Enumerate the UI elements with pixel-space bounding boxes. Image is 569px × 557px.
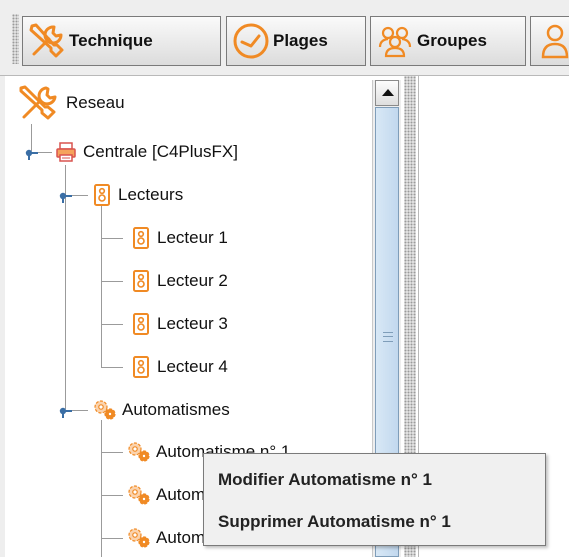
tree-line <box>101 203 102 367</box>
modify-automatisme-menu-item[interactable]: Modifier Automatisme n° 1 <box>218 463 432 497</box>
tree-node-lecteur[interactable]: Lecteur 3 <box>131 309 228 339</box>
tree-node-reseau[interactable]: Reseau <box>18 85 125 120</box>
gears-icon <box>126 483 152 507</box>
gears-icon <box>126 526 152 550</box>
tree-line <box>101 367 123 368</box>
reader-icon <box>131 356 151 378</box>
tree-node-label: Lecteur 3 <box>157 314 228 333</box>
tree-expand-handle[interactable] <box>58 403 72 418</box>
plages-button-label: Plages <box>273 31 328 50</box>
user-icon <box>535 21 569 61</box>
tree-line <box>101 324 123 325</box>
groupes-button[interactable]: Groupes <box>370 16 526 66</box>
plages-button[interactable]: Plages <box>226 16 366 66</box>
tree-node-label: Lecteurs <box>118 185 184 204</box>
technique-button[interactable]: Technique <box>22 16 221 66</box>
tree-node-lecteur[interactable]: Lecteur 2 <box>131 266 228 296</box>
reader-icon <box>131 313 151 335</box>
tree-node-label: Centrale [C4PlusFX] <box>83 142 238 161</box>
tree-node-automatismes[interactable]: Automatismes <box>92 395 230 425</box>
tree-line <box>101 281 123 282</box>
tree-node-centrale[interactable]: Centrale [C4PlusFX] <box>55 137 238 167</box>
tree-node-lecteurs[interactable]: Lecteurs <box>92 180 183 210</box>
delete-automatisme-menu-item[interactable]: Supprimer Automatisme n° 1 <box>218 505 451 539</box>
tree-node-lecteur[interactable]: Lecteur 4 <box>131 352 228 382</box>
groupes-button-label: Groupes <box>417 31 487 50</box>
tree-node-lecteur[interactable]: Lecteur 1 <box>131 223 228 253</box>
tree-node-label: Reseau <box>66 93 125 112</box>
gears-icon <box>126 440 152 464</box>
reader-icon <box>131 227 151 249</box>
clock-icon <box>231 21 271 61</box>
tree-expand-handle[interactable] <box>24 145 38 160</box>
reader-icon <box>131 270 151 292</box>
scroll-up-button[interactable] <box>375 80 399 106</box>
panel-border <box>0 76 5 557</box>
toolbar: Technique Plages Groupes <box>0 0 569 76</box>
tree-line <box>101 238 123 239</box>
reader-icon <box>92 184 112 206</box>
tree-line <box>38 152 52 153</box>
context-menu: Modifier Automatisme n° 1 Supprimer Auto… <box>203 453 546 546</box>
gears-icon <box>92 398 118 422</box>
printer-icon <box>55 141 77 163</box>
tree-line <box>101 420 102 557</box>
tools-icon <box>18 83 64 123</box>
tree-node-label: Lecteur 1 <box>157 228 228 247</box>
users-button[interactable] <box>530 16 569 66</box>
tree-node-label: Lecteur 2 <box>157 271 228 290</box>
tree-line <box>101 538 123 539</box>
tree-node-label: Lecteur 4 <box>157 357 228 376</box>
group-icon <box>375 21 415 61</box>
grip-icon <box>383 332 393 342</box>
tree-line <box>101 452 123 453</box>
tree-node-label: Automatismes <box>122 400 230 419</box>
technique-button-label: Technique <box>69 31 153 50</box>
tree-line <box>101 495 123 496</box>
tree-expand-handle[interactable] <box>58 188 72 203</box>
tools-icon <box>27 21 67 61</box>
tree-line <box>72 195 88 196</box>
toolbar-grip[interactable] <box>12 14 19 64</box>
tree-line <box>72 410 88 411</box>
